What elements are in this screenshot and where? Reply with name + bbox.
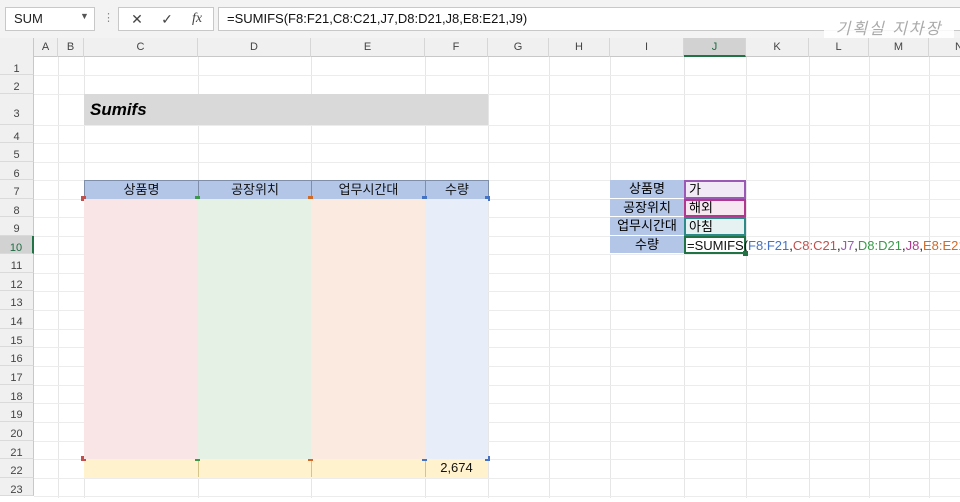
row-header-2[interactable]: 2 bbox=[0, 75, 34, 94]
gridline-v bbox=[684, 57, 685, 498]
gridline-v bbox=[488, 57, 489, 498]
row-header-3[interactable]: 3 bbox=[0, 94, 34, 125]
formula-part: E8:E21 bbox=[922, 238, 960, 253]
cancel-icon[interactable]: ✕ bbox=[123, 8, 151, 30]
column-header-e[interactable]: E bbox=[311, 38, 425, 57]
more-options-icon[interactable]: ⋮ bbox=[103, 11, 114, 24]
column-header-g[interactable]: G bbox=[488, 38, 549, 57]
gridline-v bbox=[610, 57, 611, 498]
row-header-12[interactable]: 12 bbox=[0, 273, 34, 291]
gridline-v bbox=[809, 57, 810, 498]
column-fill bbox=[425, 199, 488, 459]
formula-part: C8:C21 bbox=[792, 238, 837, 253]
formula-part: F8:F21 bbox=[748, 238, 790, 253]
column-header-m[interactable]: M bbox=[869, 38, 929, 57]
column-header-l[interactable]: L bbox=[809, 38, 869, 57]
row-header-23[interactable]: 23 bbox=[0, 478, 34, 496]
select-all-corner[interactable] bbox=[0, 38, 34, 57]
criteria-label[interactable]: 상품명 bbox=[610, 180, 684, 199]
row-header-1[interactable]: 1 bbox=[0, 57, 34, 75]
enter-icon[interactable]: ✓ bbox=[153, 8, 181, 30]
column-header-n[interactable]: N bbox=[929, 38, 960, 57]
gridline-h bbox=[34, 478, 960, 479]
column-header-i[interactable]: I bbox=[610, 38, 684, 57]
row-header-16[interactable]: 16 bbox=[0, 347, 34, 366]
row-header-13[interactable]: 13 bbox=[0, 291, 34, 310]
gridline-v bbox=[746, 57, 747, 498]
table-header-cell[interactable]: 업무시간대 bbox=[311, 180, 426, 200]
formula-buttons: ✕ ✓ fx bbox=[118, 7, 214, 31]
column-header-b[interactable]: B bbox=[58, 38, 84, 57]
formula-part: D8:D21 bbox=[857, 238, 902, 253]
row-header-10[interactable]: 10 bbox=[0, 236, 34, 254]
criteria-label[interactable]: 공장위치 bbox=[610, 199, 684, 217]
row-header-20[interactable]: 20 bbox=[0, 422, 34, 441]
column-fill bbox=[198, 199, 311, 459]
gridline-h bbox=[34, 143, 960, 144]
column-header-j[interactable]: J bbox=[684, 38, 746, 57]
row-header-19[interactable]: 19 bbox=[0, 403, 34, 422]
criteria-value[interactable]: 아침 bbox=[684, 217, 746, 236]
criteria-label[interactable]: 수량 bbox=[610, 236, 684, 254]
row-header-6[interactable]: 6 bbox=[0, 162, 34, 180]
criteria-value[interactable]: 가 bbox=[684, 180, 746, 199]
row-header-11[interactable]: 11 bbox=[0, 254, 34, 273]
table-header-cell[interactable]: 수량 bbox=[425, 180, 489, 200]
row-header-17[interactable]: 17 bbox=[0, 366, 34, 385]
row-header-7[interactable]: 7 bbox=[0, 180, 34, 199]
column-header-h[interactable]: H bbox=[549, 38, 610, 57]
gridline-h bbox=[34, 75, 960, 76]
table-header-cell[interactable]: 공장위치 bbox=[198, 180, 312, 200]
table-header-cell[interactable]: 상품명 bbox=[84, 180, 199, 200]
column-header-a[interactable]: A bbox=[34, 38, 58, 57]
row-header-4[interactable]: 4 bbox=[0, 125, 34, 143]
column-header-f[interactable]: F bbox=[425, 38, 488, 57]
row-header-8[interactable]: 8 bbox=[0, 199, 34, 217]
total-value[interactable]: 2,674 bbox=[425, 459, 488, 477]
gridline-h bbox=[34, 162, 960, 163]
criteria-value[interactable]: 해외 bbox=[684, 199, 746, 217]
sheet-title: Sumifs bbox=[90, 100, 147, 119]
fill-handle[interactable] bbox=[743, 251, 748, 256]
gridline-h bbox=[34, 125, 960, 126]
gridline-v bbox=[869, 57, 870, 498]
gridline-v bbox=[929, 57, 930, 498]
column-fill bbox=[84, 199, 198, 459]
column-fill bbox=[311, 199, 425, 459]
chevron-down-icon[interactable]: ▼ bbox=[80, 11, 89, 21]
gridline-h bbox=[34, 496, 960, 497]
row-header-9[interactable]: 9 bbox=[0, 217, 34, 236]
active-cell-formula[interactable]: =SUMIFS(F8:F21,C8:C21,J7,D8:D21,J8,E8:E2… bbox=[684, 236, 960, 254]
formula-part: J7 bbox=[840, 238, 855, 253]
row-header-22[interactable]: 22 bbox=[0, 459, 34, 478]
gridline-v bbox=[58, 57, 59, 498]
row-header-5[interactable]: 5 bbox=[0, 143, 34, 162]
insert-function-icon[interactable]: fx bbox=[183, 8, 211, 30]
formula-part: =SUMIFS( bbox=[687, 238, 749, 253]
total-cell-divider bbox=[311, 459, 312, 477]
row-header-14[interactable]: 14 bbox=[0, 310, 34, 329]
column-header-c[interactable]: C bbox=[84, 38, 198, 57]
gridline-v bbox=[549, 57, 550, 498]
row-header-21[interactable]: 21 bbox=[0, 441, 34, 459]
formula-part: J8 bbox=[905, 238, 920, 253]
total-cell-divider bbox=[198, 459, 199, 477]
row-header-18[interactable]: 18 bbox=[0, 385, 34, 403]
column-header-k[interactable]: K bbox=[746, 38, 809, 57]
column-header-d[interactable]: D bbox=[198, 38, 311, 57]
row-header-15[interactable]: 15 bbox=[0, 329, 34, 347]
criteria-label[interactable]: 업무시간대 bbox=[610, 217, 684, 236]
